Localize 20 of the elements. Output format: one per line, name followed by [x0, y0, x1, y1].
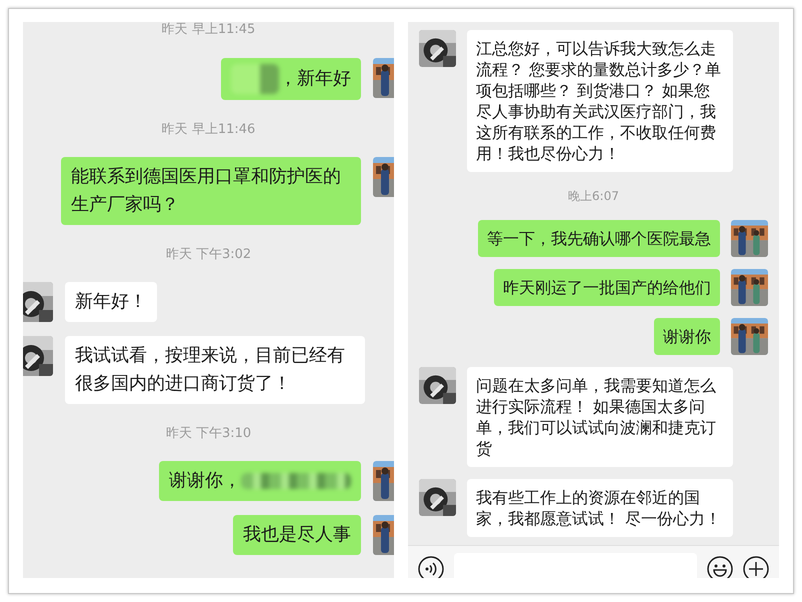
- message-bubble: 我试试看，按理来说，目前已经有很多国内的进口商订货了！: [65, 336, 365, 404]
- message-bubble: 昨天刚运了一批国产的给他们: [494, 269, 720, 306]
- add-icon[interactable]: [743, 556, 769, 578]
- timestamp: 昨天 早上11:46: [162, 122, 256, 138]
- message-bubble: 我有些工作上的资源在邻近的国家，我都愿意试试！ 尽一份心力！: [467, 479, 733, 537]
- message-bubble: 谢谢你，: [159, 461, 361, 501]
- timestamp: 昨天 下午3:10: [166, 426, 252, 442]
- voice-icon[interactable]: [418, 556, 444, 578]
- message-bubble: 问题在太多问单，我需要知道怎么进行实际流程！ 如果德国太多问单，我们可以试试向波澜和捷克订货: [467, 367, 733, 467]
- emoji-icon[interactable]: [707, 556, 733, 578]
- timestamp: 晚上6:07: [568, 189, 619, 203]
- message-bubble: 谢谢你: [654, 318, 720, 355]
- message-bubble: 等一下，我先确认哪个医院最急: [478, 220, 720, 257]
- message-bubble: 新年好！: [65, 282, 157, 322]
- message-bubble: ，新年好: [221, 58, 361, 100]
- message-bubble: 江总您好，可以告诉我大致怎么走流程？ 您要求的量数总计多少？单项包括哪些？ 到货港口？ 如果您尽人事协助有关武汉医疗部门，我这所有联系的工作，不收取任何费用！我也尽份心力！: [467, 30, 733, 172]
- timestamp: 昨天 早上11:45: [162, 22, 256, 38]
- message-bubble: 能联系到德国医用口罩和防护医的生产厂家吗？: [61, 157, 361, 225]
- message-bubble: 我也是尽人事: [233, 515, 361, 555]
- timestamp: 昨天 下午3:02: [166, 247, 252, 263]
